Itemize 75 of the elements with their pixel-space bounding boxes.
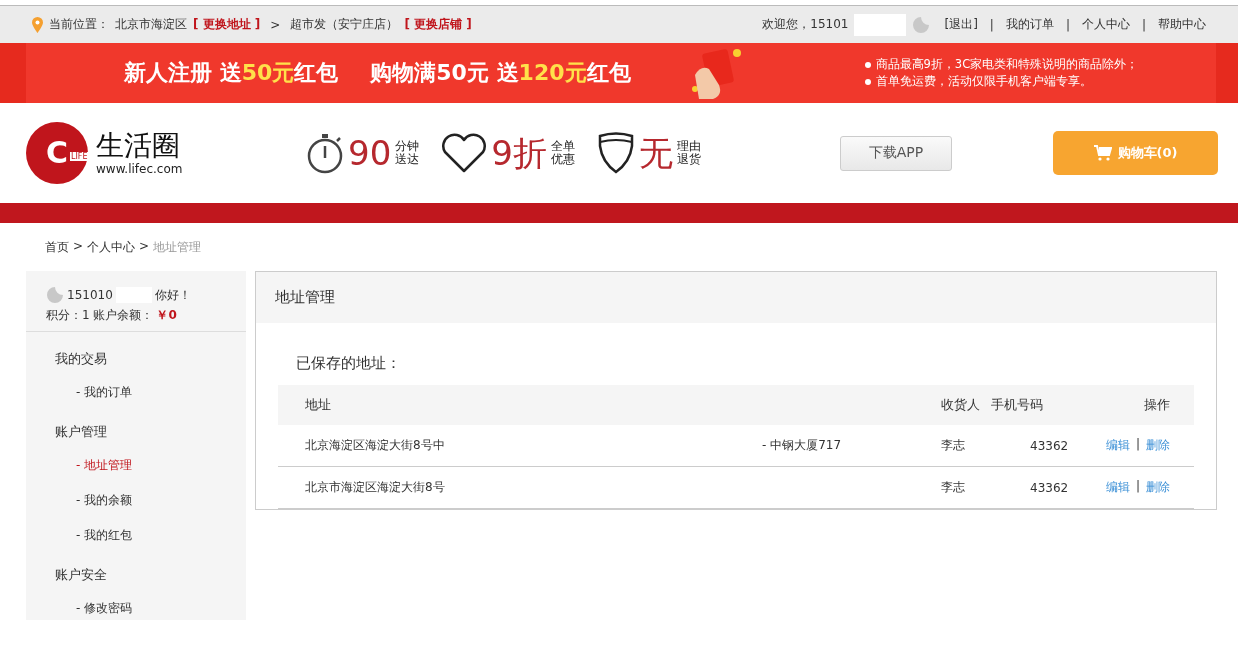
shield-icon: [596, 132, 635, 174]
recipient-cell: 李志: [941, 479, 965, 496]
user-id: 151010: [67, 287, 113, 304]
location-pin-icon: [32, 16, 43, 33]
phone-cell: 43362: [1030, 438, 1069, 453]
greeting-text: 你好！: [154, 287, 191, 304]
store-text: 超市发（安宁庄店）: [290, 16, 399, 33]
separator-text: |: [989, 17, 994, 32]
stopwatch-icon: [306, 132, 344, 174]
feature-value: 90: [348, 136, 392, 170]
section-title: 已保存的地址：: [296, 353, 402, 374]
menu-group-title: 账户安全: [55, 566, 108, 584]
promo-headline: 购物满50元 送120元红包: [370, 59, 631, 87]
bullet-icon: [864, 61, 871, 68]
top-nav-link[interactable]: [退出]: [944, 16, 978, 33]
feature-value: 无: [638, 136, 673, 170]
welcome-text: 欢迎您，15101: [762, 16, 849, 33]
heart-icon: [441, 133, 488, 173]
address-cell: 北京海淀区海淀大街8号中: [305, 437, 445, 454]
logo-name: 生活圈: [96, 130, 181, 162]
menu-group-title: 我的交易: [55, 350, 108, 368]
promo-note: 商品最高9折，3C家电类和特殊说明的商品除外；: [875, 56, 1139, 73]
panel-title: 地址管理: [275, 288, 335, 307]
sidebar-item[interactable]: - 我的余额: [55, 492, 246, 513]
separator-text: |: [1065, 17, 1070, 32]
breadcrumb-separator: >: [139, 239, 150, 255]
top-nav-link[interactable]: 我的订单: [1005, 16, 1054, 33]
feature-caption: 退货: [676, 153, 701, 166]
points-text: 积分：1 账户余额：: [46, 307, 154, 324]
logo-tag: LIFE: [70, 152, 89, 161]
separator-text: >: [270, 17, 281, 32]
menu-group-title: 账户管理: [55, 423, 108, 441]
edit-link[interactable]: 编辑: [1105, 479, 1130, 496]
phone-cell: 43362: [1030, 480, 1069, 495]
separator-text: |: [1135, 479, 1140, 495]
promo-headline: 新人注册 送50元红包: [124, 59, 339, 87]
feature-caption: 优惠: [550, 153, 575, 166]
breadcrumb-link[interactable]: 首页: [45, 239, 69, 271]
delete-link[interactable]: 删除: [1146, 479, 1170, 496]
change-address-link[interactable]: [ 更换地址 ]: [193, 16, 261, 33]
breadcrumb-link[interactable]: 个人中心: [87, 239, 136, 271]
sidebar-item[interactable]: - 修改密码: [55, 600, 246, 621]
address-cell: - 中钢大厦717: [762, 437, 842, 454]
sidebar-item[interactable]: - 地址管理: [55, 457, 246, 478]
address-cell: 北京市海淀区海淀大街8号: [305, 479, 445, 496]
cart-icon: [1093, 145, 1112, 161]
top-nav-link[interactable]: 帮助中心: [1158, 16, 1206, 33]
column-header: 手机号码: [991, 396, 1043, 414]
separator-text: |: [1135, 437, 1140, 453]
download-app-button[interactable]: 下载APP: [840, 135, 952, 171]
recipient-cell: 李志: [941, 437, 965, 454]
edit-link[interactable]: 编辑: [1105, 437, 1130, 454]
column-header: 收货人: [941, 396, 980, 414]
sidebar-item[interactable]: - 我的红包: [55, 527, 246, 548]
promo-note: 首单免运费，活动仅限手机客户端专享。: [875, 73, 1092, 90]
breadcrumb-separator: >: [73, 239, 84, 255]
column-header: 地址: [305, 396, 331, 414]
change-store-link[interactable]: [ 更换店铺 ]: [404, 16, 472, 33]
delete-link[interactable]: 删除: [1146, 437, 1170, 454]
top-nav-link[interactable]: 个人中心: [1081, 16, 1130, 33]
crescent-icon: [46, 286, 64, 304]
feature-caption: 理由: [676, 140, 701, 153]
feature-caption: 送达: [395, 153, 420, 166]
feature-caption: 分钟: [395, 140, 420, 153]
column-header: 操作: [1144, 396, 1170, 414]
balance-value: ￥0: [156, 307, 177, 324]
location-text: 北京市海淀区: [115, 16, 187, 33]
sidebar-item[interactable]: - 我的订单: [55, 384, 246, 405]
bullet-icon: [864, 78, 871, 85]
crescent-icon: [912, 15, 931, 34]
separator-text: |: [1141, 17, 1146, 32]
feature-value: 9折: [491, 136, 547, 170]
feature-caption: 全单: [550, 140, 575, 153]
location-label: 当前位置：: [49, 16, 109, 33]
logo-url: www.lifec.com: [96, 162, 183, 176]
